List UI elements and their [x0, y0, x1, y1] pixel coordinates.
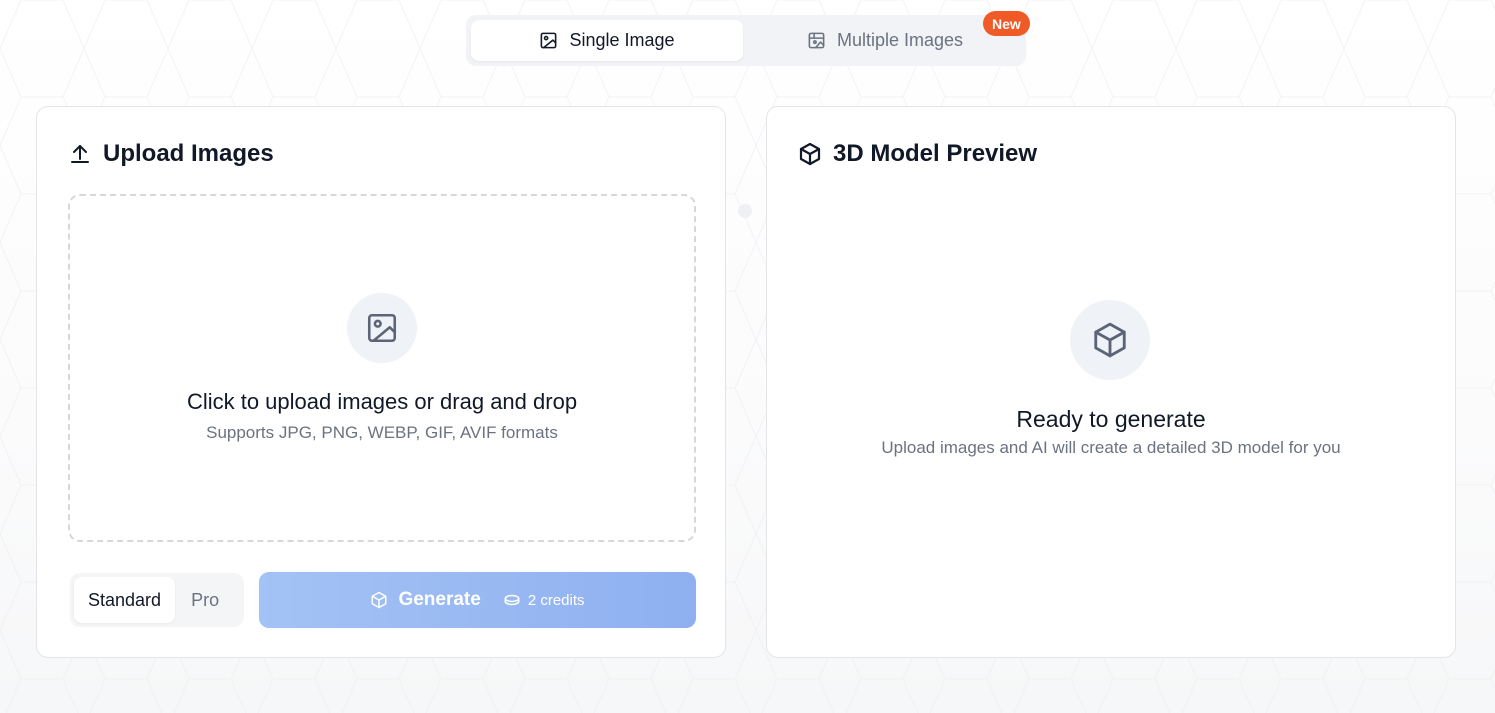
upload-panel-title-text: Upload Images: [103, 140, 274, 167]
credits-indicator: 2 credits: [503, 592, 585, 609]
new-badge: New: [983, 11, 1030, 36]
dropzone-title: Click to upload images or drag and drop: [186, 389, 578, 414]
upload-icon: [71, 145, 89, 163]
tab-single-image[interactable]: Single Image: [471, 20, 743, 61]
quality-toggle: Standard Pro: [70, 573, 244, 627]
generate-button-label: Generate: [398, 589, 481, 610]
cube-icon: [1094, 322, 1126, 358]
cube-icon: [799, 142, 821, 166]
image-icon: [541, 32, 557, 49]
mode-toggle: Single Image Multiple Images: [466, 15, 1026, 66]
credits-text: 2 credits: [527, 591, 585, 609]
tab-multiple-images-label: Multiple Images: [836, 30, 964, 50]
generate-button[interactable]: Generate 2 credits: [259, 572, 696, 628]
tab-multiple-images[interactable]: Multiple Images: [749, 20, 1021, 61]
quality-pro-option[interactable]: Pro: [177, 577, 233, 623]
preview-icon-circle: [1070, 300, 1150, 380]
image-icon: [367, 313, 397, 343]
upload-dropzone[interactable]: Click to upload images or drag and drop …: [68, 194, 696, 542]
tab-single-image-label: Single Image: [569, 30, 675, 50]
coin-icon: [504, 594, 520, 606]
quality-standard-option[interactable]: Standard: [74, 577, 176, 623]
upload-panel-title: Upload Images: [68, 140, 274, 168]
dropzone-subtitle: Supports JPG, PNG, WEBP, GIF, AVIF forma…: [206, 423, 558, 442]
preview-panel-title: 3D Model Preview: [798, 140, 1037, 168]
upload-panel: Upload Images Click to upload images or …: [36, 106, 726, 658]
preview-panel-title-text: 3D Model Preview: [833, 140, 1038, 167]
multi-image-icon: [808, 32, 825, 49]
dropzone-icon-circle: [347, 293, 417, 363]
preview-panel: 3D Model Preview Ready to generate Uploa…: [766, 106, 1456, 658]
preview-empty-subtitle: Upload images and AI will create a detai…: [881, 438, 1341, 457]
preview-empty-title: Ready to generate: [1016, 406, 1206, 432]
cube-icon: [371, 591, 387, 609]
